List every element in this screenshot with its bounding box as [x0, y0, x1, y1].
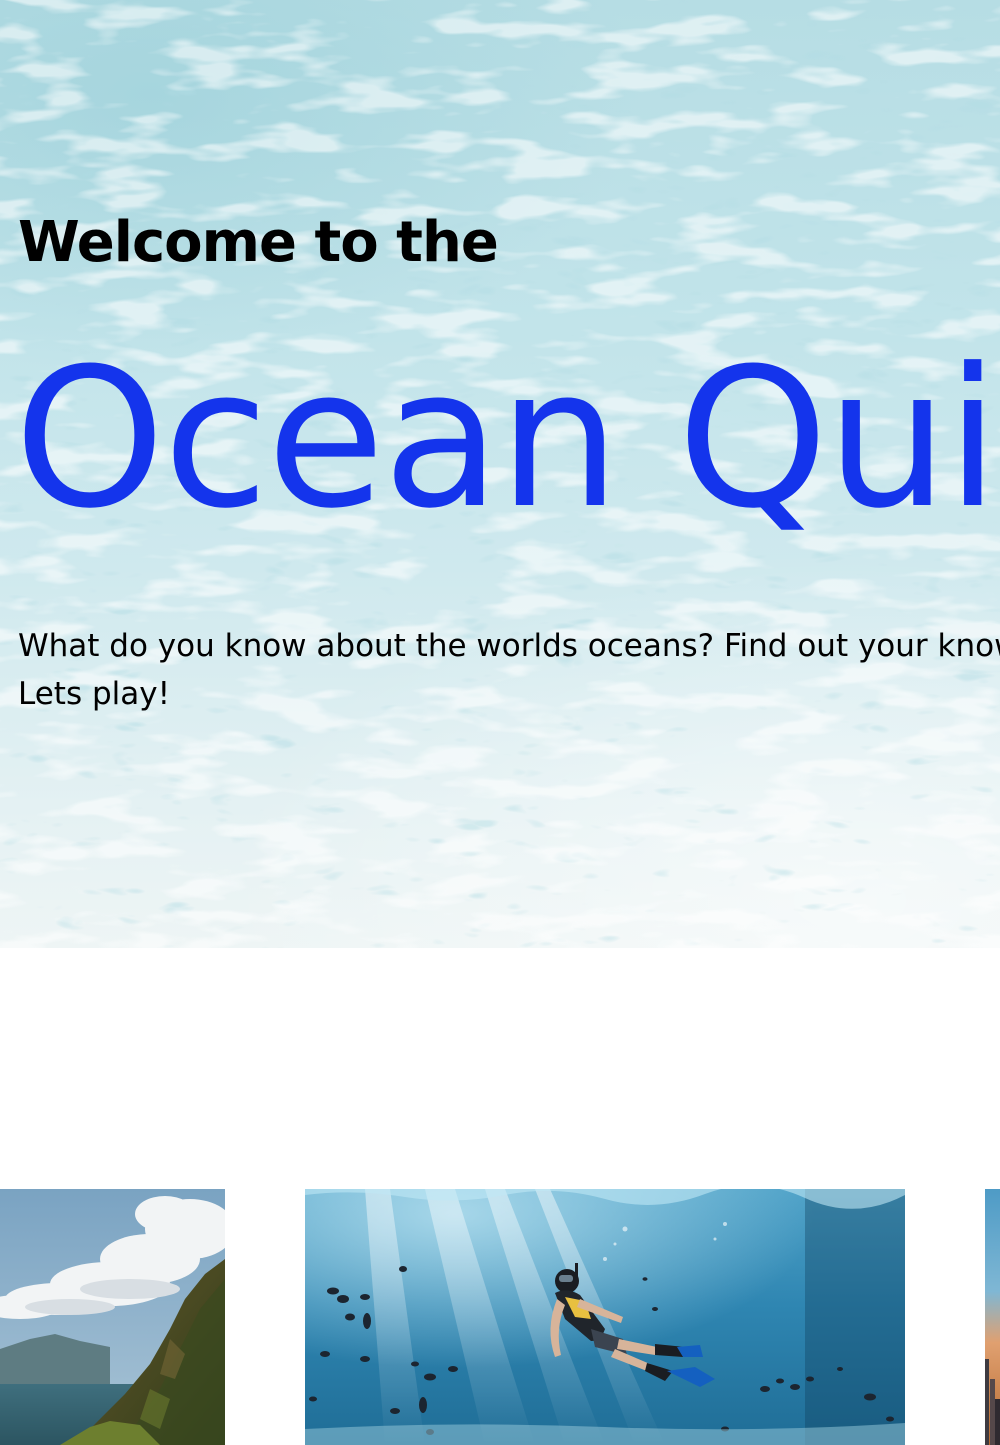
title-clip: Ocean Quiz	[0, 340, 1000, 570]
intro-clip: What do you know about the worlds oceans…	[0, 622, 1000, 722]
hero-section: Welcome to the Ocean Quiz What do you kn…	[0, 0, 1000, 948]
page-title: Ocean Quiz	[14, 340, 1000, 551]
snorkeler-underwater-image	[305, 1189, 905, 1445]
intro-text: What do you know about the worlds oceans…	[18, 622, 1000, 718]
intro-line-1: What do you know about the worlds oceans…	[18, 628, 1000, 664]
image-gallery	[0, 1189, 1000, 1445]
welcome-heading: Welcome to the	[18, 210, 499, 275]
city-skyline-image	[985, 1189, 1000, 1445]
intro-line-2: Lets play!	[18, 676, 171, 712]
coastal-cliffs-image	[0, 1189, 225, 1445]
page: Welcome to the Ocean Quiz What do you kn…	[0, 0, 1000, 1445]
